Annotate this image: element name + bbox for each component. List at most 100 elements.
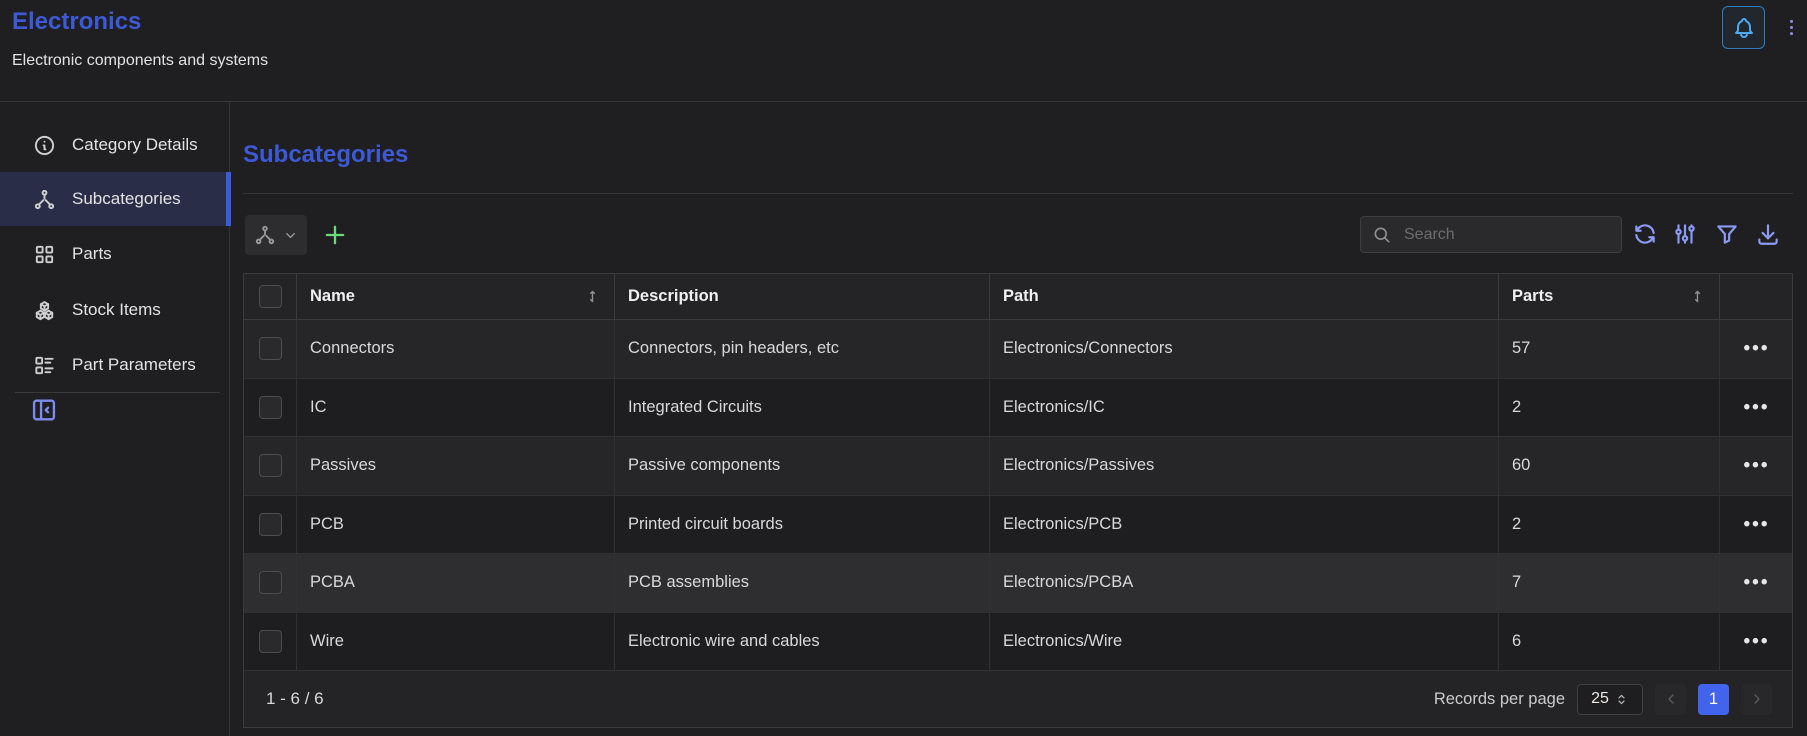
- table-row[interactable]: IC Integrated Circuits Electronics/IC 2 …: [244, 379, 1792, 438]
- table-row[interactable]: Connectors Connectors, pin headers, etc …: [244, 320, 1792, 379]
- cell-path: Electronics/IC: [990, 379, 1499, 437]
- cell-actions: •••: [1720, 554, 1793, 612]
- refresh-icon[interactable]: [1632, 221, 1658, 247]
- sidebar-collapse-icon[interactable]: [30, 396, 58, 424]
- page-title: Electronics: [12, 8, 141, 36]
- row-actions-button[interactable]: •••: [1738, 572, 1776, 593]
- binary-tree-icon: [254, 224, 276, 246]
- app-window: Electronics Electronic components and sy…: [0, 0, 1807, 736]
- next-page-button[interactable]: [1741, 684, 1772, 715]
- row-checkbox[interactable]: [259, 513, 282, 536]
- cell-path: Electronics/PCBA: [990, 554, 1499, 612]
- sidebar-item-subcategories[interactable]: Subcategories: [0, 172, 229, 226]
- row-actions-button[interactable]: •••: [1738, 514, 1776, 535]
- column-header-parts[interactable]: Parts: [1499, 274, 1720, 320]
- packages-icon: [33, 299, 56, 322]
- chevron-left-icon: [1663, 691, 1679, 707]
- row-checkbox[interactable]: [259, 630, 282, 653]
- search-input[interactable]: [1402, 225, 1610, 245]
- list-details-icon: [33, 354, 56, 377]
- records-per-page-select[interactable]: 25: [1577, 684, 1643, 715]
- hierarchy-icon: [33, 188, 56, 211]
- row-checkbox-cell: [244, 437, 297, 495]
- selected-item-indicator: [226, 172, 231, 226]
- sidebar-item-category-details[interactable]: Category Details: [0, 118, 229, 172]
- subcategories-table: Name Description Path Parts: [243, 273, 1793, 728]
- plus-icon: [321, 221, 349, 249]
- sort-icon[interactable]: [1689, 288, 1706, 305]
- row-checkbox[interactable]: [259, 454, 282, 477]
- row-checkbox[interactable]: [259, 396, 282, 419]
- grid-icon: [33, 243, 56, 266]
- column-header-description[interactable]: Description: [615, 274, 990, 320]
- sidebar-item-stock-items[interactable]: Stock Items: [0, 283, 229, 337]
- cell-actions: •••: [1720, 496, 1793, 554]
- table-row[interactable]: Passives Passive components Electronics/…: [244, 437, 1792, 496]
- search-icon: [1372, 225, 1392, 245]
- table-row[interactable]: PCB Printed circuit boards Electronics/P…: [244, 496, 1792, 555]
- download-icon[interactable]: [1755, 221, 1781, 247]
- select-all-checkbox[interactable]: [259, 285, 282, 308]
- row-checkbox[interactable]: [259, 571, 282, 594]
- cell-parts: 2: [1499, 379, 1720, 437]
- cell-actions: •••: [1720, 379, 1793, 437]
- cell-actions: •••: [1720, 320, 1793, 378]
- column-header-path[interactable]: Path: [990, 274, 1499, 320]
- row-checkbox[interactable]: [259, 337, 282, 360]
- header-divider: [0, 101, 1807, 102]
- previous-page-button[interactable]: [1655, 684, 1686, 715]
- page-subtitle: Electronic components and systems: [12, 52, 268, 70]
- row-checkbox-cell: [244, 613, 297, 671]
- row-checkbox-cell: [244, 320, 297, 378]
- cell-name: Passives: [297, 437, 615, 495]
- select-all-cell: [244, 274, 297, 320]
- row-actions-button[interactable]: •••: [1738, 338, 1776, 359]
- column-header-name[interactable]: Name: [297, 274, 615, 320]
- search-box: [1360, 216, 1622, 253]
- row-actions-button[interactable]: •••: [1738, 455, 1776, 476]
- cell-name: PCB: [297, 496, 615, 554]
- dots-vertical-icon[interactable]: [1779, 10, 1803, 44]
- table-body: Connectors Connectors, pin headers, etc …: [244, 320, 1792, 671]
- chevron-right-icon: [1749, 691, 1765, 707]
- row-checkbox-cell: [244, 554, 297, 612]
- adjustments-icon[interactable]: [1672, 221, 1698, 247]
- add-subcategory-button[interactable]: [321, 221, 349, 249]
- filter-icon[interactable]: [1714, 221, 1740, 247]
- sidebar-item-label: Subcategories: [72, 189, 181, 209]
- cell-description: Printed circuit boards: [615, 496, 990, 554]
- cell-description: Connectors, pin headers, etc: [615, 320, 990, 378]
- sidebar-item-label: Category Details: [72, 135, 198, 155]
- cell-name: Connectors: [297, 320, 615, 378]
- row-actions-button[interactable]: •••: [1738, 397, 1776, 418]
- page-1-button[interactable]: 1: [1698, 684, 1729, 715]
- table-row[interactable]: PCBA PCB assemblies Electronics/PCBA 7 •…: [244, 554, 1792, 613]
- cell-parts: 60: [1499, 437, 1720, 495]
- sort-icon[interactable]: [584, 288, 601, 305]
- sidebar-item-parts[interactable]: Parts: [0, 227, 229, 281]
- row-actions-button[interactable]: •••: [1738, 631, 1776, 652]
- sidebar-separator: [15, 392, 220, 393]
- sidebar-item-label: Stock Items: [72, 300, 161, 320]
- table-row[interactable]: Wire Electronic wire and cables Electron…: [244, 613, 1792, 672]
- cell-parts: 7: [1499, 554, 1720, 612]
- pagination-controls: Records per page 25 1: [1434, 684, 1772, 715]
- chevron-down-icon: [283, 228, 298, 243]
- cell-actions: •••: [1720, 613, 1793, 671]
- cell-name: PCBA: [297, 554, 615, 612]
- cell-description: Electronic wire and cables: [615, 613, 990, 671]
- cell-description: Integrated Circuits: [615, 379, 990, 437]
- cell-path: Electronics/Connectors: [990, 320, 1499, 378]
- cell-parts: 57: [1499, 320, 1720, 378]
- tree-view-dropdown-button[interactable]: [245, 215, 307, 255]
- table-footer: 1 - 6 / 6 Records per page 25 1: [244, 671, 1792, 727]
- notifications-button[interactable]: [1722, 6, 1765, 49]
- sidebar-item-label: Parts: [72, 244, 112, 264]
- panel-divider: [243, 193, 1793, 194]
- sidebar-item-part-parameters[interactable]: Part Parameters: [0, 338, 229, 392]
- records-per-page-label: Records per page: [1434, 690, 1565, 709]
- selector-icon: [1614, 692, 1629, 707]
- cell-parts: 2: [1499, 496, 1720, 554]
- record-range-label: 1 - 6 / 6: [266, 689, 324, 709]
- cell-description: PCB assemblies: [615, 554, 990, 612]
